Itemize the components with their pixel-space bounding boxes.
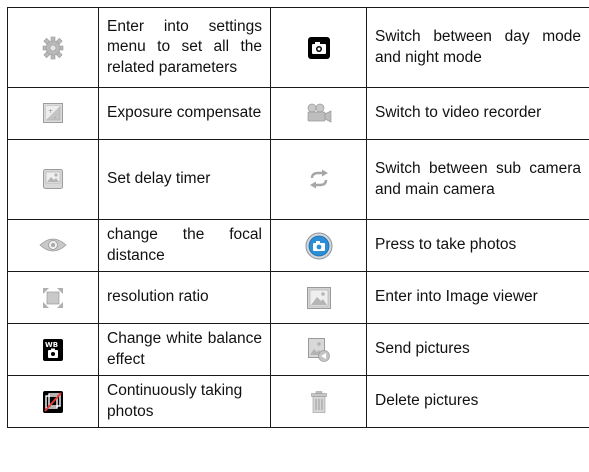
image-viewer-description: Enter into Image viewer — [375, 288, 538, 306]
description-cell: Continuously taking photos — [98, 375, 271, 428]
day-night-camera-icon — [307, 36, 330, 59]
image-viewer-icon — [306, 286, 331, 309]
icon-cell — [270, 271, 367, 324]
focal-distance-eye-icon — [39, 237, 67, 253]
description-cell: Press to take photos — [366, 219, 589, 272]
white-balance-description: Change white balance effect — [107, 329, 262, 368]
description-cell: Switch between sub camera and main camer… — [366, 139, 589, 220]
send-pictures-icon — [307, 337, 330, 362]
icon-cell — [270, 87, 367, 140]
icon-cell — [270, 323, 367, 376]
table-row: change the focal distance Press to take … — [7, 219, 589, 272]
description-cell: resolution ratio — [98, 271, 271, 324]
description-cell: Delete pictures — [366, 375, 589, 428]
description-cell: Send pictures — [366, 323, 589, 376]
settings-gear-icon — [42, 36, 64, 60]
description-cell: Switch between day mode and night mode — [366, 7, 589, 88]
table-row: WB Change white balance effect Send pict… — [7, 323, 589, 376]
icon-cell: + - — [7, 87, 99, 140]
svg-text:+: + — [48, 108, 53, 115]
resolution-description: resolution ratio — [107, 288, 209, 306]
icon-cell — [270, 375, 367, 428]
table-row: + - Exposure compensate Switch to video … — [7, 87, 589, 140]
icon-cell — [7, 7, 99, 88]
description-cell: Change white balance effect — [98, 323, 271, 376]
white-balance-icon: WB — [43, 338, 63, 361]
icon-cell: WB — [7, 323, 99, 376]
icon-cell — [7, 219, 99, 272]
description-cell: Enter into Image viewer — [366, 271, 589, 324]
description-cell: Exposure compensate — [98, 87, 271, 140]
exposure-description: Exposure compensate — [107, 104, 262, 122]
description-cell: change the focal distance — [98, 219, 271, 272]
focal-description: change the focal distance — [107, 225, 262, 264]
exposure-compensate-icon: + - — [43, 103, 63, 124]
icon-cell — [270, 139, 367, 220]
description-cell: Set delay timer — [98, 139, 271, 220]
send-description: Send pictures — [375, 340, 470, 358]
settings-description: Enter into settings menu to set all the … — [107, 17, 262, 76]
svg-text:-: - — [54, 114, 56, 121]
svg-text:WB: WB — [45, 341, 58, 349]
description-cell: Enter into settings menu to set all the … — [98, 7, 271, 88]
shutter-description: Press to take photos — [375, 236, 517, 254]
icon-cell — [7, 271, 99, 324]
table-row: Enter into settings menu to set all the … — [7, 7, 589, 88]
icon-cell — [270, 7, 367, 88]
table-row: resolution ratio Enter into Image viewer — [7, 271, 589, 324]
icon-cell — [7, 375, 99, 428]
delay-timer-icon — [43, 169, 63, 190]
video-recorder-icon — [306, 103, 332, 123]
icon-cell — [270, 219, 367, 272]
description-cell: Switch to video recorder — [366, 87, 589, 140]
delete-description: Delete pictures — [375, 392, 479, 410]
resolution-ratio-icon — [42, 287, 64, 309]
switch-camera-description: Switch between sub camera and main camer… — [375, 159, 581, 198]
continuous-shooting-icon — [43, 390, 63, 413]
day-night-description: Switch between day mode and night mode — [375, 27, 581, 66]
video-description: Switch to video recorder — [375, 104, 542, 122]
shutter-button-icon — [305, 232, 333, 260]
trash-delete-icon — [310, 390, 327, 413]
table-row: Set delay timer Switch between sub camer… — [7, 139, 589, 220]
table-row: Continuously taking photos Delete pictur… — [7, 375, 589, 428]
continuous-description: Continuously taking photos — [107, 381, 243, 420]
switch-camera-icon — [308, 169, 330, 189]
camera-icon-reference-table: Enter into settings menu to set all the … — [7, 7, 589, 428]
page: Enter into settings menu to set all the … — [0, 0, 589, 472]
timer-description: Set delay timer — [107, 170, 211, 188]
icon-cell — [7, 139, 99, 220]
